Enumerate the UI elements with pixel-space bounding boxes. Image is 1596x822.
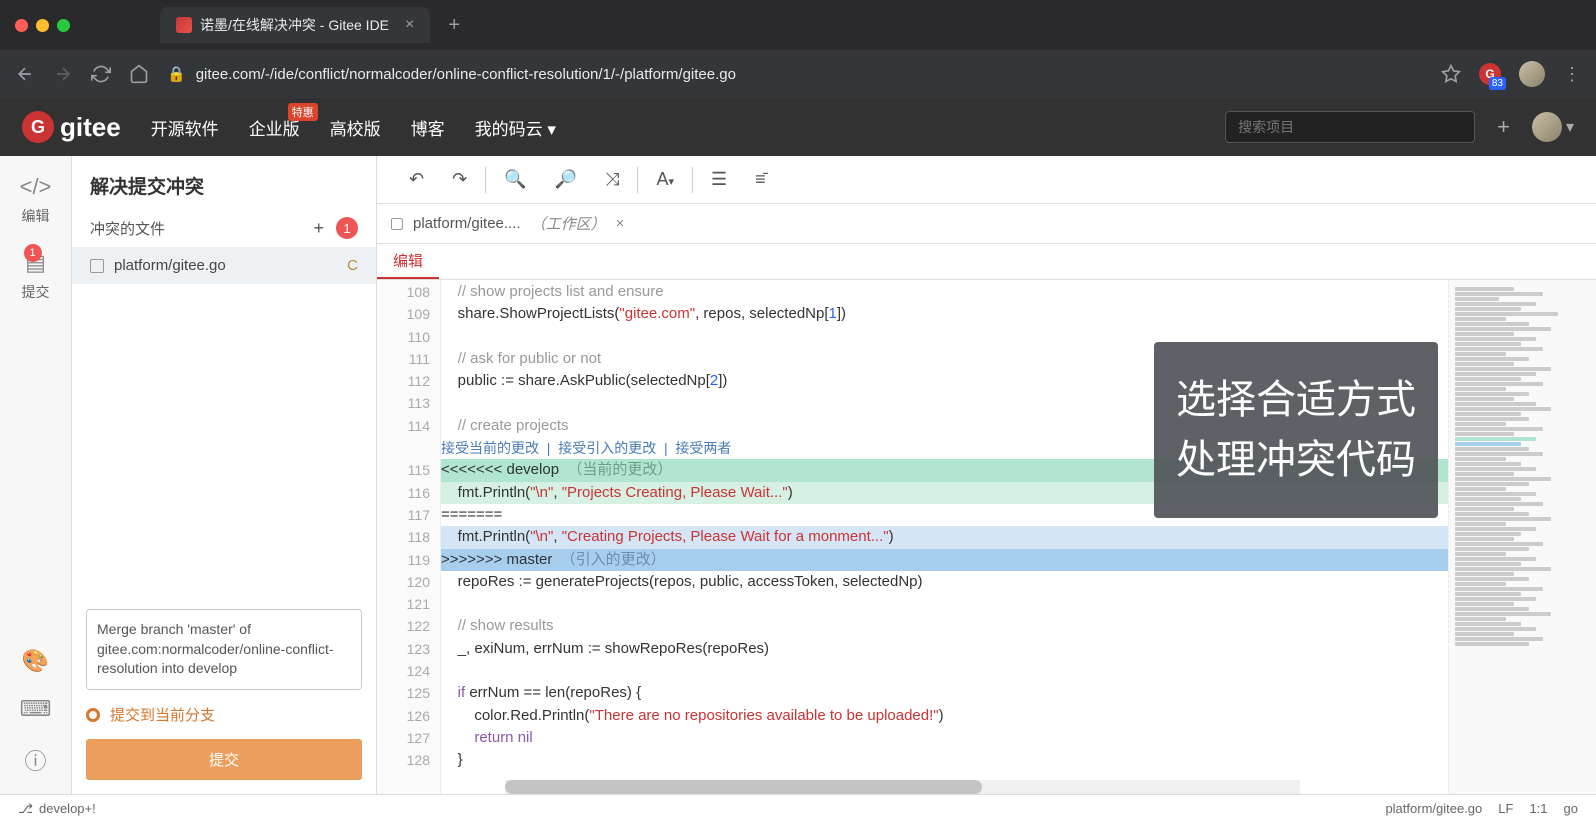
find-replace-icon[interactable]: 🔎 — [541, 169, 591, 190]
rail-label: 编辑 — [22, 206, 50, 226]
add-icon[interactable]: + — [313, 218, 324, 239]
rail-edit[interactable]: </> 编辑 — [20, 174, 52, 226]
font-icon[interactable]: A▾ — [642, 169, 688, 190]
editor-subtabs: 编辑 — [377, 244, 1596, 280]
list-icon[interactable]: ☰ — [697, 169, 741, 190]
file-checkbox-icon[interactable] — [90, 259, 104, 273]
star-icon[interactable] — [1441, 64, 1461, 84]
commit-button[interactable]: 提交 — [86, 739, 362, 780]
lock-icon: 🔒 — [167, 65, 186, 83]
redo-icon[interactable]: ↷ — [438, 169, 481, 190]
home-icon[interactable] — [129, 64, 149, 84]
overlay-line1: 选择合适方式 — [1176, 370, 1416, 430]
palette-icon[interactable]: 🎨 — [22, 648, 49, 674]
minimize-window-icon[interactable] — [36, 19, 49, 32]
nav-opensource[interactable]: 开源软件 — [151, 115, 219, 140]
close-tab-icon[interactable]: × — [405, 16, 414, 34]
nav-blog[interactable]: 博客 — [411, 115, 445, 140]
reload-icon[interactable] — [91, 64, 111, 84]
url-display[interactable]: 🔒 gitee.com/-/ide/conflict/normalcoder/o… — [167, 65, 1423, 83]
gitee-favicon-icon — [176, 17, 192, 33]
chevron-down-icon[interactable]: ▾ — [1566, 117, 1574, 137]
status-file[interactable]: platform/gitee.go — [1385, 801, 1482, 816]
tab-workspace-label: （工作区） — [531, 213, 606, 234]
traffic-lights — [15, 19, 70, 32]
editor-toolbar: ↶ ↷ 🔍 🔎 ⤨ A▾ ☰ ≡̄ — [377, 156, 1596, 204]
tab-checkbox-icon — [391, 218, 403, 230]
minimap[interactable] — [1448, 280, 1596, 794]
profile-avatar-icon[interactable] — [1519, 61, 1545, 87]
nav-mygitee[interactable]: 我的码云 ▾ — [475, 115, 556, 140]
instruction-overlay: 选择合适方式 处理冲突代码 — [1154, 342, 1438, 518]
conflict-count-badge: 1 — [336, 217, 358, 239]
close-window-icon[interactable] — [15, 19, 28, 32]
status-position[interactable]: 1:1 — [1529, 801, 1547, 816]
search-input[interactable] — [1225, 111, 1475, 143]
editor: ↶ ↷ 🔍 🔎 ⤨ A▾ ☰ ≡̄ platform/gitee.... （工作… — [377, 156, 1596, 794]
create-icon[interactable]: + — [1497, 114, 1510, 140]
extension-badge[interactable]: G 83 — [1479, 63, 1501, 85]
browser-tab[interactable]: 诺墨/在线解决冲突 - Gitee IDE × — [160, 7, 430, 43]
horizontal-scrollbar[interactable] — [505, 780, 1300, 794]
nav-enterprise[interactable]: 企业版 特惠 — [249, 115, 300, 140]
subtab-edit[interactable]: 编辑 — [377, 244, 439, 279]
commit-badge: 1 — [24, 244, 42, 262]
sidebar: 解决提交冲突 冲突的文件 + 1 platform/gitee.go C Mer… — [72, 156, 377, 794]
back-icon[interactable] — [15, 64, 35, 84]
commit-target[interactable]: 提交到当前分支 — [86, 704, 362, 725]
rail-commit[interactable]: ▤ 1 提交 — [22, 250, 50, 302]
file-status-mark: C — [347, 257, 358, 274]
rail-label: 提交 — [22, 282, 50, 302]
line-gutter: 108 109 110 111 112 113 114 115 116 117 … — [377, 280, 441, 794]
user-avatar-icon[interactable] — [1532, 112, 1562, 142]
accept-current-link[interactable]: 接受当前的更改 — [441, 440, 539, 456]
enterprise-badge: 特惠 — [288, 103, 318, 121]
sidebar-title: 解决提交冲突 — [72, 156, 376, 209]
activity-rail: </> 编辑 ▤ 1 提交 🎨 ⌨ ⓘ — [0, 156, 72, 794]
sidebar-section: 冲突的文件 + 1 — [72, 209, 376, 247]
gitee-logo[interactable]: G gitee — [22, 111, 121, 143]
undo-icon[interactable]: ↶ — [395, 169, 438, 190]
branch-icon: ⎇ — [18, 801, 33, 817]
target-icon — [86, 708, 100, 722]
code-icon: </> — [20, 174, 52, 200]
gitee-navbar: G gitee 开源软件 企业版 特惠 高校版 博客 我的码云 ▾ + ▾ — [0, 98, 1596, 156]
status-language[interactable]: go — [1564, 801, 1578, 816]
chevron-down-icon: ▾ — [547, 120, 556, 139]
file-name: platform/gitee.go — [114, 257, 337, 274]
url-text: gitee.com/-/ide/conflict/normalcoder/onl… — [196, 66, 736, 83]
keyboard-icon[interactable]: ⌨ — [20, 696, 52, 722]
status-branch[interactable]: ⎇ develop+! — [18, 801, 96, 817]
sidebar-file-item[interactable]: platform/gitee.go C — [72, 247, 376, 284]
overlay-line2: 处理冲突代码 — [1176, 430, 1416, 490]
nav-university[interactable]: 高校版 — [330, 115, 381, 140]
tab-title: 诺墨/在线解决冲突 - Gitee IDE — [200, 15, 389, 35]
indent-icon[interactable]: ≡̄ — [741, 169, 780, 190]
search-icon[interactable]: 🔍 — [490, 169, 540, 190]
accept-both-link[interactable]: 接受两者 — [675, 440, 731, 456]
browser-url-bar: 🔒 gitee.com/-/ide/conflict/normalcoder/o… — [0, 50, 1596, 98]
maximize-window-icon[interactable] — [57, 19, 70, 32]
commit-target-label: 提交到当前分支 — [110, 704, 215, 725]
info-icon[interactable]: ⓘ — [24, 744, 46, 776]
tab-filename: platform/gitee.... — [413, 215, 521, 232]
brand-text: gitee — [60, 112, 121, 143]
status-encoding[interactable]: LF — [1498, 801, 1513, 816]
gitee-logo-icon: G — [22, 111, 54, 143]
extension-count: 83 — [1489, 77, 1506, 90]
browser-menu-icon[interactable]: ⋮ — [1563, 64, 1581, 85]
accept-incoming-link[interactable]: 接受引入的更改 — [558, 440, 656, 456]
file-tab[interactable]: platform/gitee.... （工作区） × — [377, 204, 638, 243]
commit-message-input[interactable]: Merge branch 'master' of gitee.com:norma… — [86, 609, 362, 690]
section-label: 冲突的文件 — [90, 218, 165, 239]
window-title-bar: 诺墨/在线解决冲突 - Gitee IDE × + — [0, 0, 1596, 50]
status-bar: ⎇ develop+! platform/gitee.go LF 1:1 go — [0, 794, 1596, 822]
close-tab-icon[interactable]: × — [616, 215, 625, 232]
branch-name: develop+! — [39, 801, 96, 816]
new-tab-button[interactable]: + — [448, 14, 460, 37]
forward-icon[interactable] — [53, 64, 73, 84]
shuffle-icon[interactable]: ⤨ — [591, 169, 633, 190]
editor-tabs: platform/gitee.... （工作区） × — [377, 204, 1596, 244]
